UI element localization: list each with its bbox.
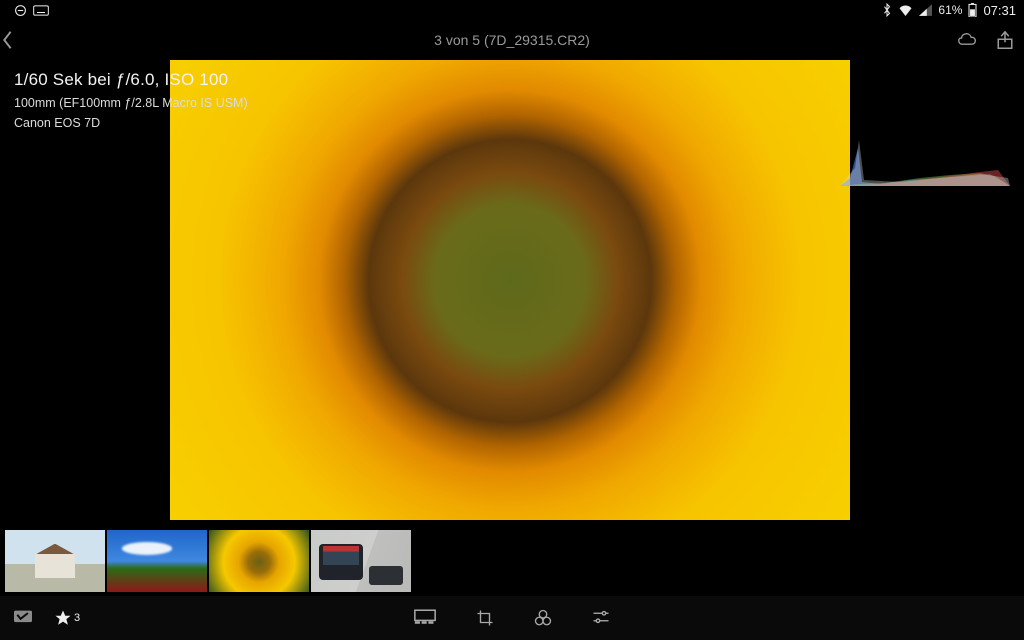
share-button[interactable] [996, 30, 1014, 50]
exif-camera: Canon EOS 7D [14, 116, 248, 130]
flag-pick-button[interactable] [14, 610, 32, 626]
battery-percent: 61% [938, 3, 962, 17]
adjust-sliders-button[interactable] [592, 609, 610, 627]
bottom-toolbar: 3 [0, 596, 1024, 640]
wifi-icon [898, 4, 913, 16]
exif-lens: 100mm (EF100mm ƒ/2.8L Macro IS USM) [14, 96, 248, 110]
thumb-2[interactable] [107, 530, 207, 592]
cloud-sync-icon[interactable] [956, 30, 978, 50]
exif-overlay: 1/60 Sek bei ƒ/6.0, ISO 100 100mm (EF100… [14, 70, 248, 130]
back-button[interactable] [0, 29, 40, 51]
photo-image: (function(){ var host=document.currentSc… [170, 60, 850, 520]
layout-filmstrip-button[interactable] [414, 609, 436, 627]
filmstrip [5, 530, 1019, 592]
do-not-disturb-icon [14, 4, 27, 17]
exif-exposure: 1/60 Sek bei ƒ/6.0, ISO 100 [14, 70, 248, 90]
star-rating-button[interactable]: 3 [54, 609, 80, 627]
crop-button[interactable] [476, 609, 494, 627]
presets-button[interactable] [534, 609, 552, 627]
app-top-bar: 3 von 5 (7D_29315.CR2) [0, 20, 1024, 60]
histogram[interactable] [840, 128, 1010, 188]
keyboard-icon [33, 5, 49, 16]
bluetooth-icon [882, 3, 892, 17]
signal-icon [919, 4, 932, 16]
thumb-3[interactable] [209, 530, 309, 592]
thumb-4[interactable] [311, 530, 411, 592]
thumb-1[interactable] [5, 530, 105, 592]
android-status-bar: 61% 07:31 [0, 0, 1024, 20]
star-rating-value: 3 [74, 612, 80, 624]
photo-counter-title: 3 von 5 (7D_29315.CR2) [0, 32, 1024, 48]
clock: 07:31 [983, 3, 1016, 18]
battery-icon [968, 3, 977, 17]
